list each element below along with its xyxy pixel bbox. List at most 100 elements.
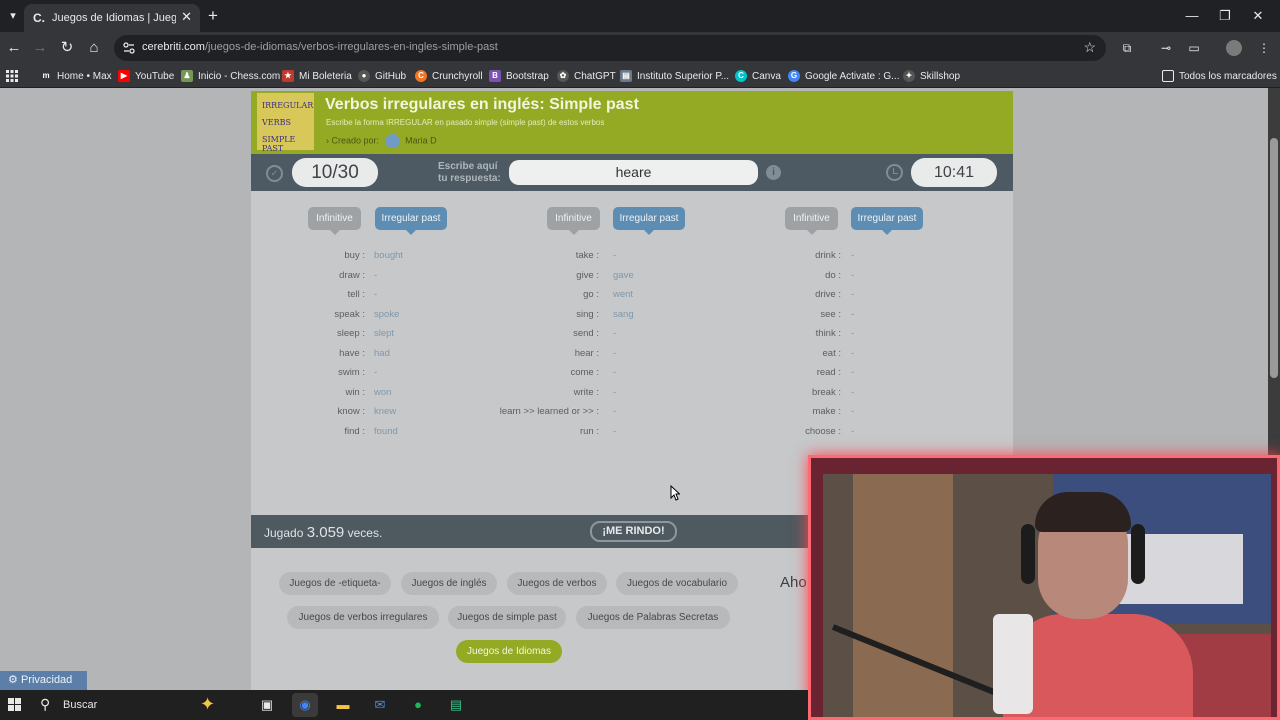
bookmark-8[interactable]: ▤ Instituto Superior P...: [620, 68, 729, 84]
windows-start-icon[interactable]: [8, 698, 22, 712]
canva-icon: C: [735, 70, 747, 82]
verb-infinitive: draw :: [339, 269, 365, 281]
mail-icon[interactable]: ✉: [367, 693, 393, 717]
bookmark-2[interactable]: ♟ Inicio - Chess.com: [181, 68, 280, 84]
restore-icon[interactable]: ❐: [1215, 8, 1235, 24]
bookmark-11[interactable]: ✦ Skillshop: [903, 68, 960, 84]
youtube-icon: ▶: [118, 70, 130, 82]
verb-infinitive: read :: [816, 367, 841, 378]
taskbar-search[interactable]: Buscar: [63, 699, 97, 711]
bookmarks-bar: m Home • Max ▶ YouTube ♟ Inicio - Chess.com…: [0, 64, 1280, 88]
bookmark-label: YouTube: [135, 70, 175, 82]
tab-active[interactable]: C. Juegos de Idiomas | Juego de V ✕: [24, 4, 200, 32]
answer-input[interactable]: heare: [509, 160, 758, 185]
tag-chip-active[interactable]: Juegos de Idiomas: [456, 640, 562, 663]
tag-chip[interactable]: Juegos de Palabras Secretas: [576, 606, 730, 629]
file-explorer-icon[interactable]: ▬: [330, 693, 356, 717]
verb-infinitive: choose :: [805, 425, 841, 437]
forward-icon[interactable]: →: [30, 38, 50, 58]
all-bookmarks[interactable]: Todos los marcadores: [1162, 68, 1277, 84]
author-avatar[interactable]: [384, 134, 400, 148]
extensions-icon[interactable]: ⧉: [1119, 40, 1135, 56]
verb-infinitive: write :: [573, 386, 599, 398]
tab-groups-icon[interactable]: ▭: [1186, 40, 1202, 56]
played-count-text: Jugado 3.059 veces.: [264, 524, 382, 541]
verb-past: -: [613, 406, 617, 417]
bookmark-4[interactable]: ● GitHub: [358, 68, 406, 84]
bookmark-6[interactable]: B Bootstrap: [489, 68, 549, 84]
game-input-bar: ✓ 10/30 Escribe aquí tu respuesta: heare…: [251, 154, 1013, 191]
bookmark-9[interactable]: C Canva: [735, 68, 781, 84]
skillshop-icon: ✦: [903, 70, 915, 82]
tag-chip[interactable]: Juegos de verbos: [507, 572, 607, 595]
verb-infinitive: speak :: [334, 308, 365, 320]
game-header: IRREGULAR VERBS SIMPLE PAST Verbos irreg…: [251, 91, 1013, 154]
verb-past: slept: [374, 328, 395, 339]
tag-chip[interactable]: Juegos de verbos irregulares: [287, 606, 439, 629]
scrollbar-thumb[interactable]: [1270, 138, 1278, 378]
bookmark-label: Instituto Superior P...: [637, 70, 730, 82]
verb-infinitive: run :: [579, 425, 599, 437]
search-icon[interactable]: ⚲: [40, 696, 50, 713]
verb-past: -: [851, 367, 855, 378]
bookmark-5[interactable]: C Crunchyroll: [415, 68, 483, 84]
verb-infinitive: sleep :: [337, 328, 365, 339]
tag-chip[interactable]: Juegos de vocabulario: [616, 572, 738, 595]
link-icon[interactable]: ⊸: [1158, 40, 1174, 56]
verb-infinitive: make :: [812, 406, 841, 417]
bookmark-1[interactable]: ▶ YouTube: [118, 68, 174, 84]
bookmark-10[interactable]: G Google Activate : G...: [788, 68, 900, 84]
reload-icon[interactable]: ↻: [57, 38, 77, 58]
close-window-icon[interactable]: ✕: [1248, 8, 1268, 24]
new-tab-button[interactable]: +: [208, 6, 218, 26]
url-path: /juegos-de-idiomas/verbos-irregulares-en…: [204, 41, 498, 53]
privacy-button[interactable]: ⚙ Privacidad: [0, 671, 87, 690]
side-panel-title: Aho: [780, 574, 807, 591]
info-icon[interactable]: i: [766, 165, 781, 180]
verb-past: went: [613, 289, 634, 300]
verb-past: -: [374, 289, 378, 300]
tag-chip[interactable]: Juegos de -etiqueta-: [279, 572, 391, 595]
bookmark-star-icon[interactable]: ☆: [1083, 39, 1096, 56]
site-settings-icon[interactable]: [122, 41, 136, 55]
bookmark-7[interactable]: ✿ ChatGPT: [557, 68, 616, 84]
author-name[interactable]: Maria D: [405, 135, 437, 145]
verb-infinitive: tell :: [347, 289, 365, 300]
profile-avatar[interactable]: [1226, 40, 1242, 56]
chrome-icon[interactable]: ◉: [292, 693, 318, 717]
menu-dots-icon[interactable]: ⋮: [1256, 40, 1272, 56]
thumb-line: VERBS: [262, 118, 291, 127]
thumb-line: SIMPLE PAST: [262, 135, 296, 153]
verb-past: -: [613, 328, 617, 339]
tag-chip[interactable]: Juegos de simple past: [448, 606, 566, 629]
verb-infinitive: give :: [576, 269, 599, 281]
apps-grid-icon[interactable]: [6, 68, 18, 84]
bookmark-label: ChatGPT: [574, 70, 616, 82]
bookmark-label: Inicio - Chess.com: [198, 70, 281, 82]
bookmark-label: Crunchyroll: [432, 70, 483, 82]
crunchyroll-icon: C: [415, 70, 427, 82]
close-tab-icon[interactable]: ✕: [181, 9, 192, 25]
task-view-icon[interactable]: ▣: [254, 693, 280, 717]
spotify-icon[interactable]: ●: [405, 693, 431, 717]
verb-infinitive: drive :: [815, 289, 841, 300]
verb-infinitive: win :: [345, 386, 365, 398]
tag-chip[interactable]: Juegos de inglés: [401, 572, 497, 595]
address-bar[interactable]: cerebriti.com/juegos-de-idiomas/verbos-i…: [114, 35, 1106, 61]
copilot-sparkle-icon[interactable]: ✦: [200, 694, 215, 715]
app-icon[interactable]: ▤: [443, 693, 469, 717]
score-counter: 10/30: [292, 158, 378, 187]
bookmark-3[interactable]: ★ Mi Boleteria: [282, 68, 352, 84]
max-icon: m: [42, 71, 50, 80]
bookmark-0[interactable]: m Home • Max: [40, 68, 111, 84]
cerebriti-favicon-icon: C.: [33, 11, 45, 25]
verb-past: had: [374, 347, 390, 359]
home-icon[interactable]: ⌂: [84, 38, 104, 58]
back-icon[interactable]: ←: [4, 38, 24, 58]
verb-past: -: [851, 250, 855, 261]
give-up-button[interactable]: ¡ME RINDO!: [590, 521, 677, 542]
verb-past: won: [374, 386, 392, 398]
tab-search-icon[interactable]: ▾: [4, 7, 22, 25]
game-title: Verbos irregulares en inglés: Simple pas…: [325, 96, 639, 113]
minimize-icon[interactable]: —: [1182, 8, 1202, 23]
